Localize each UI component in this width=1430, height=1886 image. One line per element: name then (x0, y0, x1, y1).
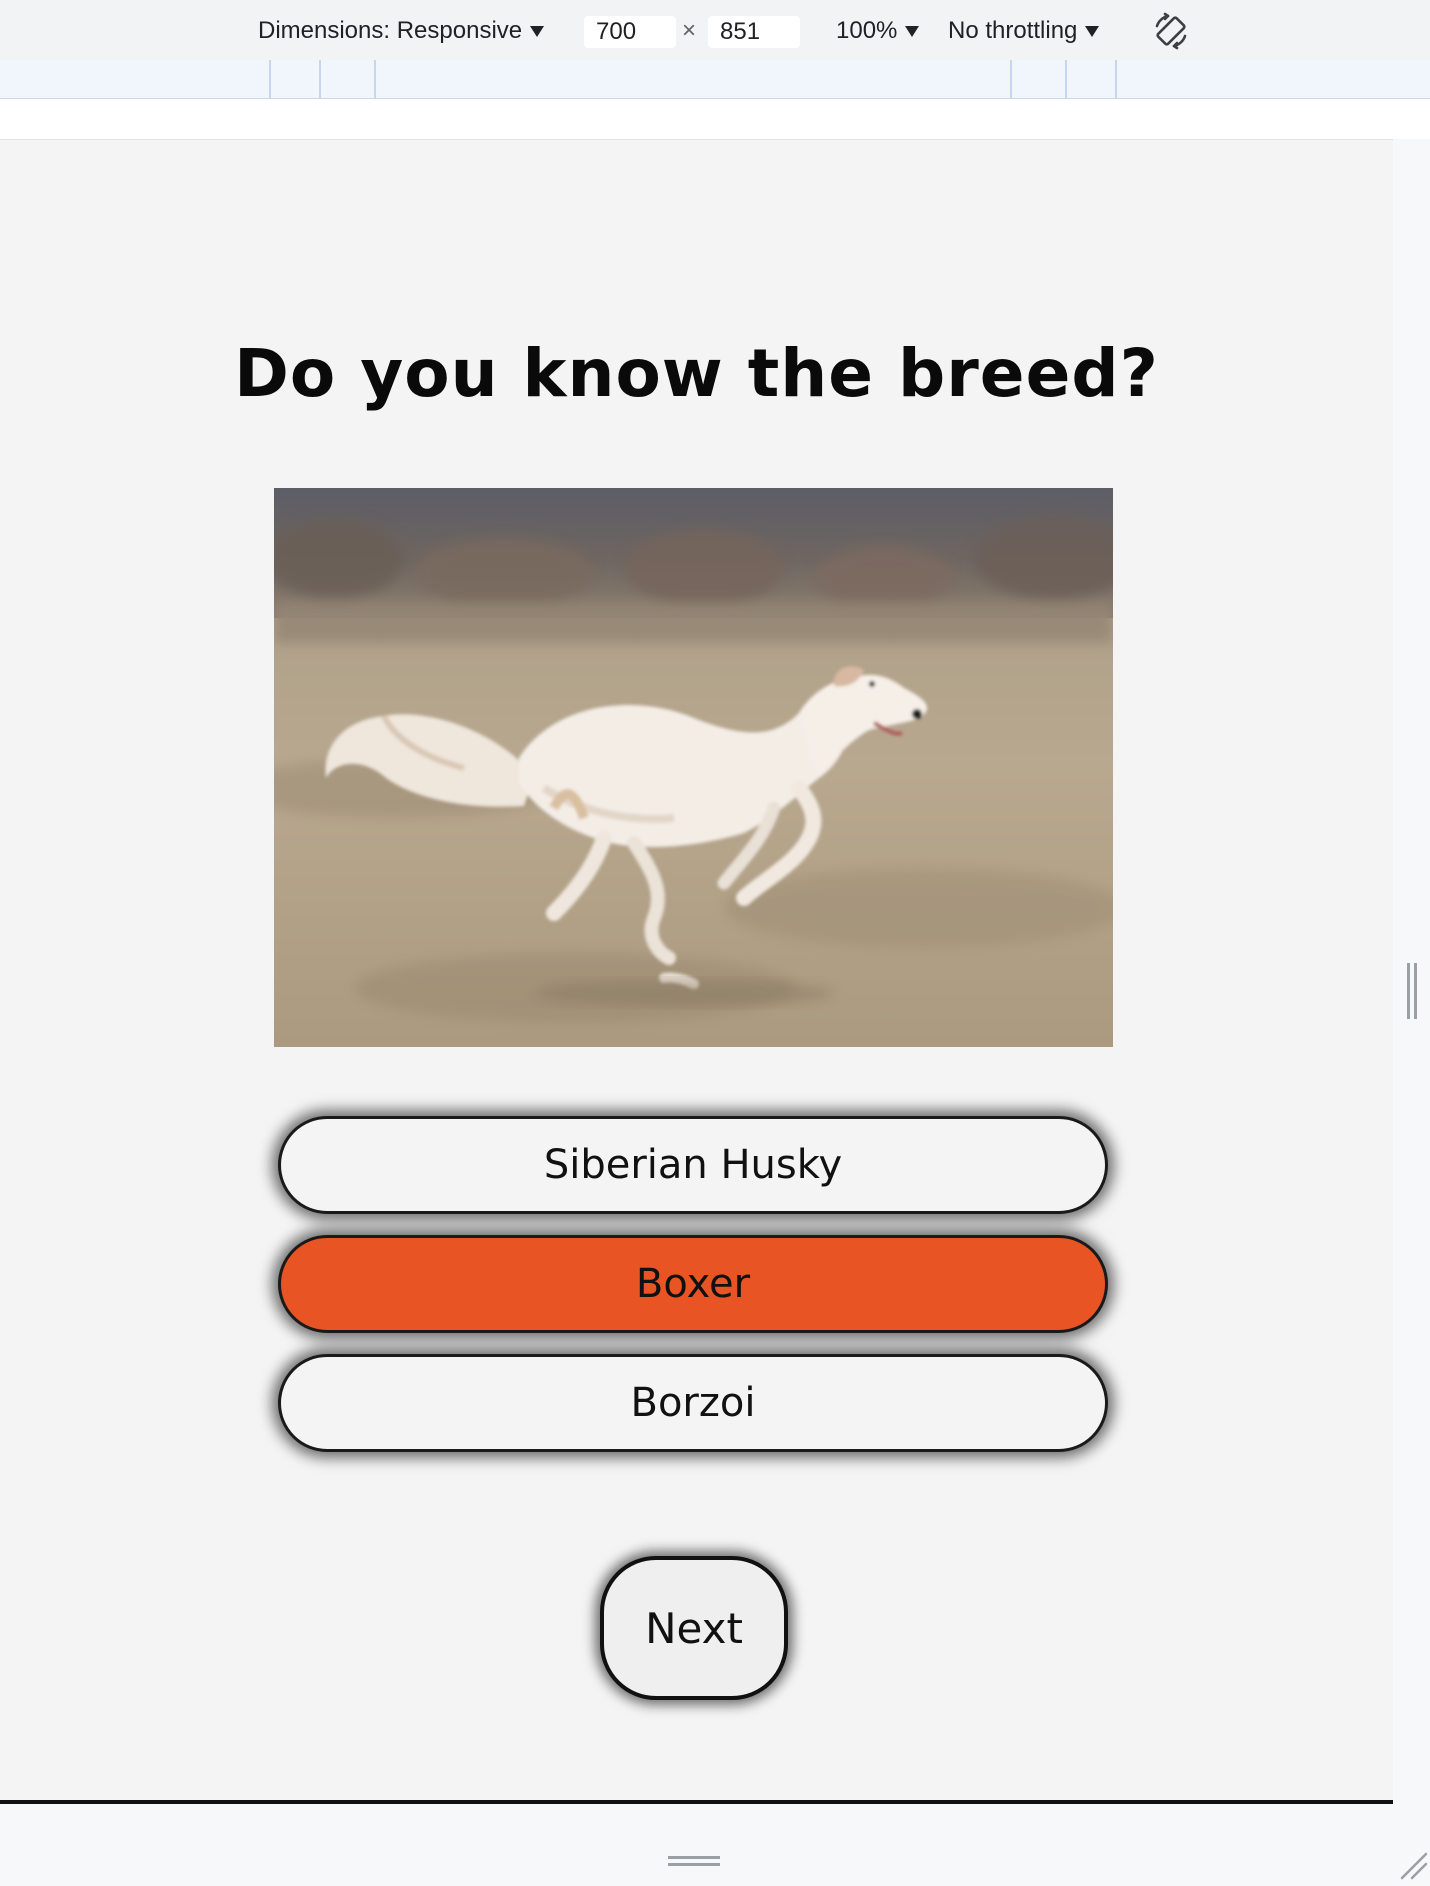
next-label: Next (645, 1603, 743, 1653)
zoom-dropdown[interactable]: 100% (836, 14, 920, 48)
dimension-separator: × (682, 17, 697, 44)
side-resize-handle[interactable] (1407, 963, 1417, 1019)
chevron-down-icon (905, 25, 920, 37)
ruler-tick[interactable] (374, 60, 376, 98)
ruler-tick[interactable] (269, 60, 271, 98)
ruler-tick[interactable] (1115, 60, 1117, 98)
devtools-device-toolbar: Dimensions: Responsive × 100% No throttl… (0, 0, 1430, 61)
resize-grip-icon[interactable] (1398, 1850, 1428, 1880)
width-input[interactable] (584, 16, 676, 48)
answer-label: Boxer (635, 1261, 751, 1307)
chevron-down-icon (1085, 25, 1100, 37)
throttling-dropdown[interactable]: No throttling (948, 14, 1100, 48)
chevron-down-icon (530, 25, 545, 37)
viewport-resize-strip (0, 1804, 1393, 1886)
answer-option-boxer[interactable]: Boxer (278, 1235, 1108, 1333)
throttling-label: No throttling (948, 17, 1078, 44)
ruler-spacer (0, 99, 1430, 139)
rotate-icon[interactable] (1152, 12, 1190, 50)
ruler-tick[interactable] (1065, 60, 1067, 98)
answer-label: Siberian Husky (543, 1142, 843, 1188)
dimensions-dropdown[interactable]: Dimensions: Responsive (258, 14, 545, 48)
answer-option-siberian-husky[interactable]: Siberian Husky (278, 1116, 1108, 1214)
bottom-resize-handle[interactable] (668, 1856, 720, 1866)
ruler-tick[interactable] (1010, 60, 1012, 98)
answer-label: Borzoi (630, 1380, 756, 1426)
height-input[interactable] (708, 16, 800, 48)
page-title: Do you know the breed? (234, 335, 1159, 412)
answer-option-borzoi[interactable]: Borzoi (278, 1354, 1108, 1452)
ruler-tick[interactable] (319, 60, 321, 98)
next-button[interactable]: Next (600, 1556, 788, 1700)
borzoi-image (274, 488, 1113, 1047)
zoom-label: 100% (836, 17, 898, 44)
dog-photo (274, 488, 1113, 1047)
dimensions-label: Dimensions: Responsive (258, 17, 523, 44)
media-query-ruler (0, 60, 1430, 99)
